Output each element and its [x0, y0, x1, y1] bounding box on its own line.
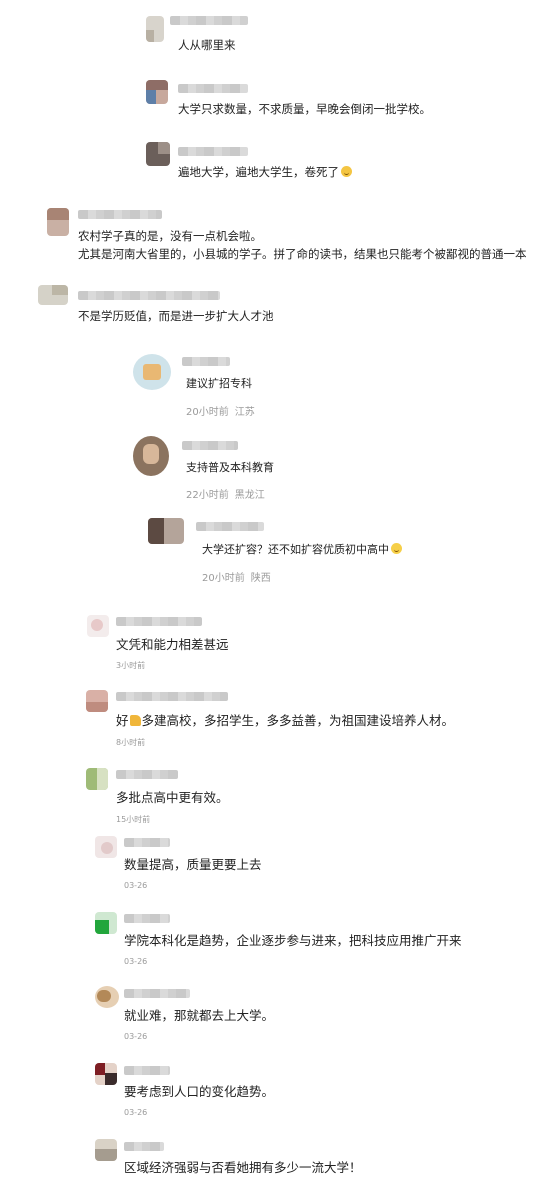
reply-meta: 20小时前 江苏 — [186, 403, 255, 418]
comment-text: 就业难，那就都去上大学。 — [124, 1008, 275, 1023]
user-avatar[interactable] — [146, 16, 164, 42]
reply-text: 建议扩招专科 — [186, 377, 252, 390]
reply-meta: 20小时前 陕西 — [202, 569, 271, 584]
comment-text: 不是学历贬值，而是进一步扩大人才池 — [78, 309, 274, 323]
username-blurred[interactable] — [182, 441, 238, 450]
smile-emoji-icon — [341, 166, 352, 177]
comment-time: 03-26 — [124, 1108, 148, 1117]
username-blurred[interactable] — [182, 357, 230, 366]
comment-time: 03-26 — [124, 881, 148, 890]
comment-text: 多批点高中更有效。 — [116, 790, 229, 805]
comment-text: 要考虑到人口的变化趋势。 — [124, 1084, 275, 1099]
user-avatar[interactable] — [95, 1063, 117, 1085]
username-blurred[interactable] — [124, 989, 190, 998]
user-avatar[interactable] — [86, 690, 108, 712]
user-avatar[interactable] — [133, 354, 171, 390]
username-blurred[interactable] — [170, 16, 248, 25]
reply-location: 陕西 — [250, 573, 271, 584]
reply-location: 黑龙江 — [234, 490, 265, 501]
username-blurred[interactable] — [116, 770, 178, 779]
username-blurred[interactable] — [178, 84, 248, 93]
user-avatar[interactable] — [38, 285, 68, 305]
reply-location: 江苏 — [234, 407, 255, 418]
user-avatar[interactable] — [95, 912, 117, 934]
user-avatar[interactable] — [133, 436, 169, 476]
comment-time: 8小时前 — [116, 738, 146, 747]
comment-time: 15小时前 — [116, 815, 151, 824]
comment-text-line: 尤其是河南大省里的，小县城的学子。拼了命的读书，结果也只能考个被鄙视的普通一本 — [78, 247, 527, 261]
user-avatar[interactable] — [87, 615, 109, 637]
username-blurred[interactable] — [124, 838, 170, 847]
user-avatar[interactable] — [95, 986, 119, 1008]
comment-text: 人从哪里来 — [178, 38, 236, 52]
username-blurred[interactable] — [78, 210, 162, 219]
comment-text: 好多建高校，多招学生，多多益善，为祖国建设培养人材。 — [116, 712, 454, 730]
comment-text: 文凭和能力相差甚远 — [116, 637, 229, 652]
reply-text-content: 大学还扩容？还不如扩容优质初中高中 — [202, 543, 389, 556]
reply-text: 支持普及本科教育 — [186, 461, 274, 474]
username-blurred[interactable] — [124, 1142, 164, 1151]
comment-text-b: 多建高校，多招学生，多多益善，为祖国建设培养人材。 — [141, 713, 455, 728]
user-avatar[interactable] — [146, 142, 170, 166]
username-blurred[interactable] — [124, 914, 170, 923]
user-avatar[interactable] — [95, 836, 117, 858]
comment-text: 遍地大学，遍地大学生，卷死了 — [178, 164, 352, 180]
comment-text: 区域经济强弱与否看她拥有多少一流大学！ — [124, 1160, 362, 1175]
reply-time: 20小时前 — [202, 573, 245, 584]
comment-text: 数量提高，质量更要上去 — [124, 857, 262, 872]
username-blurred[interactable] — [196, 522, 264, 531]
user-avatar[interactable] — [86, 768, 108, 790]
username-blurred[interactable] — [178, 147, 248, 156]
username-blurred[interactable] — [124, 1066, 170, 1075]
reply-text: 大学还扩容？还不如扩容优质初中高中 — [202, 542, 402, 558]
comment-time: 03-26 — [124, 1032, 148, 1041]
comment-text: 大学只求数量，不求质量，早晚会倒闭一批学校。 — [178, 102, 431, 116]
user-avatar[interactable] — [148, 518, 184, 544]
user-avatar[interactable] — [95, 1139, 117, 1161]
user-avatar[interactable] — [47, 208, 69, 236]
reply-meta: 22小时前 黑龙江 — [186, 486, 265, 501]
reply-time: 22小时前 — [186, 490, 229, 501]
comment-time: 3小时前 — [116, 661, 146, 670]
comment-text-a: 好 — [116, 713, 129, 728]
laugh-emoji-icon — [391, 543, 402, 554]
reply-time: 20小时前 — [186, 407, 229, 418]
username-blurred[interactable] — [78, 291, 220, 300]
username-blurred[interactable] — [116, 692, 228, 701]
username-blurred[interactable] — [116, 617, 202, 626]
comment-text-line: 农村学子真的是，没有一点机会啦。 — [78, 229, 262, 243]
thumbs-up-emoji-icon — [129, 715, 141, 726]
comment-text-content: 遍地大学，遍地大学生，卷死了 — [178, 165, 339, 179]
comment-text: 学院本科化是趋势，企业逐步参与进来，把科技应用推广开来 — [124, 933, 462, 948]
user-avatar[interactable] — [146, 80, 168, 104]
comment-time: 03-26 — [124, 957, 148, 966]
